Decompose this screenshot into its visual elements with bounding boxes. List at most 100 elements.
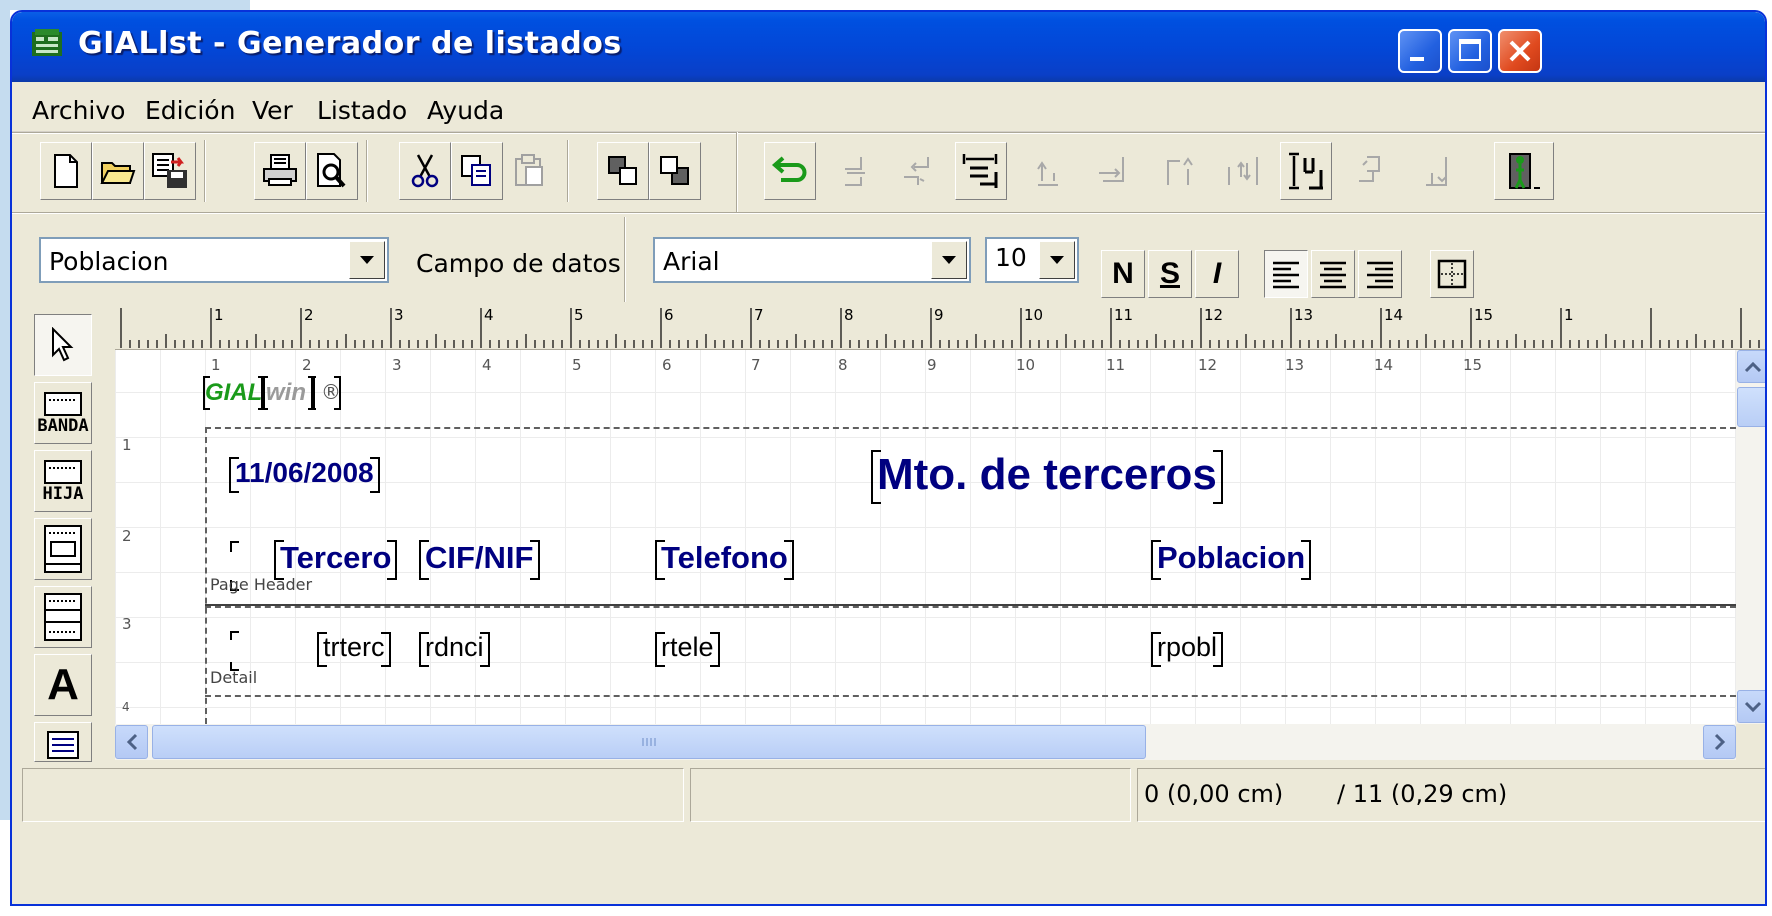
text-tool[interactable]: A (34, 654, 92, 716)
column-number: 2 (302, 356, 312, 374)
ruler-number: 10 (1024, 306, 1044, 324)
align-left-icon (845, 157, 865, 186)
bold-button[interactable]: N (1101, 250, 1145, 298)
exit-button[interactable] (1494, 142, 1554, 200)
vertical-scroll-thumb[interactable] (1737, 387, 1765, 427)
scroll-right-button[interactable] (1703, 725, 1736, 759)
undo-button[interactable] (764, 142, 816, 200)
center-vertical-icon (1426, 157, 1447, 186)
column-number: 3 (392, 356, 402, 374)
text-align-center-icon (1320, 261, 1346, 289)
copy-button[interactable] (451, 142, 503, 200)
center-h-button[interactable] (1347, 142, 1399, 200)
printer-icon (263, 154, 297, 186)
size-combo-dropdown[interactable] (1039, 241, 1075, 279)
open-button[interactable] (92, 142, 144, 200)
menu-ver[interactable]: Ver (252, 96, 293, 125)
detail-trterc[interactable]: trterc (317, 632, 391, 667)
size-combo[interactable]: 10 (985, 237, 1079, 283)
scroll-left-button[interactable] (115, 725, 148, 759)
header-tercero[interactable]: Tercero (274, 540, 398, 580)
same-height-button[interactable] (1280, 142, 1332, 200)
menu-ayuda[interactable]: Ayuda (427, 96, 504, 125)
send-back-button[interactable] (649, 142, 701, 200)
save-as-button[interactable] (144, 142, 196, 200)
status-pos-x: 0 (0,00 cm) (1144, 780, 1284, 808)
underline-button[interactable]: S (1148, 250, 1192, 298)
ruler-number: 4 (484, 306, 494, 324)
align-text-right-button[interactable] (1358, 250, 1402, 298)
maximize-icon (1459, 39, 1481, 61)
save-copy-icon (152, 153, 187, 188)
subreport-band-tool[interactable] (34, 586, 92, 648)
align-text-left-button[interactable] (1264, 250, 1308, 298)
field-combo-dropdown[interactable] (349, 241, 385, 279)
logo-selection-marks (203, 376, 341, 410)
group-band-tool[interactable] (34, 518, 92, 580)
close-icon (1509, 40, 1531, 62)
align-right-button[interactable] (892, 142, 944, 200)
space-vertical-button[interactable] (1217, 142, 1269, 200)
same-width-button[interactable] (955, 142, 1007, 200)
paste-button[interactable] (503, 142, 555, 200)
horizontal-scrollbar[interactable] (115, 724, 1736, 760)
menu-listado[interactable]: Listado (317, 96, 407, 125)
ruler-number: 1 (214, 306, 224, 324)
new-button[interactable] (40, 142, 92, 200)
horizontal-scroll-thumb[interactable] (152, 725, 1146, 759)
title-bar[interactable]: GIALlst - Generador de listados (12, 12, 1765, 82)
border-icon (1437, 259, 1467, 289)
text-align-right-icon (1367, 261, 1393, 289)
minimize-button[interactable] (1398, 29, 1442, 73)
copy-icon (461, 155, 491, 186)
align-bottom-button[interactable] (1087, 142, 1139, 200)
maximize-button[interactable] (1448, 29, 1492, 73)
child-band-tool-label: HIJA (42, 484, 84, 504)
detail-rtele[interactable]: rtele (655, 632, 720, 667)
row-number: 1 (122, 436, 132, 454)
detail-rdnci[interactable]: rdnci (419, 632, 490, 667)
horizontal-ruler: 1 2 3 4 5 6 7 8 9 10 11 12 13 14 15 1 (115, 302, 1765, 350)
window-title: GIALlst - Generador de listados (78, 26, 622, 61)
cut-button[interactable] (399, 142, 451, 200)
bring-front-button[interactable] (597, 142, 649, 200)
align-center-v-button[interactable] (1152, 142, 1204, 200)
detail-rpobl[interactable]: rpobl (1151, 632, 1224, 667)
child-band-tool[interactable]: HIJA (34, 450, 92, 512)
center-v-button[interactable] (1410, 142, 1462, 200)
menu-edicion[interactable]: Edición (145, 96, 235, 125)
ruler-number: 5 (574, 306, 584, 324)
italic-button[interactable]: I (1195, 250, 1239, 298)
header-poblacion[interactable]: Poblacion (1151, 540, 1312, 580)
ruler-number: 9 (934, 306, 944, 324)
report-title-field[interactable]: Mto. de terceros (871, 450, 1223, 504)
band-tool[interactable]: BANDA (34, 382, 92, 444)
align-top-button[interactable] (1022, 142, 1074, 200)
vertical-scrollbar[interactable] (1736, 350, 1765, 724)
undo-arrow-icon (771, 156, 807, 182)
border-button[interactable] (1430, 250, 1474, 298)
scroll-up-button[interactable] (1737, 350, 1765, 383)
pointer-tool[interactable] (34, 314, 92, 376)
font-combo-dropdown[interactable] (931, 241, 967, 279)
ruler-number: 14 (1384, 306, 1404, 324)
memo-tool[interactable] (34, 722, 92, 762)
status-pos-y: / 11 (0,29 cm) (1337, 780, 1508, 808)
menu-archivo[interactable]: Archivo (32, 96, 125, 125)
print-preview-button[interactable] (306, 142, 358, 200)
align-left-button[interactable] (829, 142, 881, 200)
font-combo[interactable]: Arial (653, 237, 971, 283)
grip-icon (642, 738, 656, 746)
chevron-down-icon (1050, 256, 1064, 264)
close-button[interactable] (1498, 29, 1542, 73)
app-icon (32, 29, 62, 56)
print-button[interactable] (254, 142, 306, 200)
align-text-center-button[interactable] (1311, 250, 1355, 298)
header-telefono[interactable]: Telefono (655, 540, 794, 580)
scroll-down-button[interactable] (1737, 690, 1765, 723)
bring-to-front-icon (608, 156, 637, 185)
field-combo[interactable]: Poblacion (39, 237, 389, 283)
header-cif-nif[interactable]: CIF/NIF (419, 540, 540, 580)
column-number: 9 (927, 356, 937, 374)
date-field[interactable]: 11/06/2008 (229, 457, 380, 493)
